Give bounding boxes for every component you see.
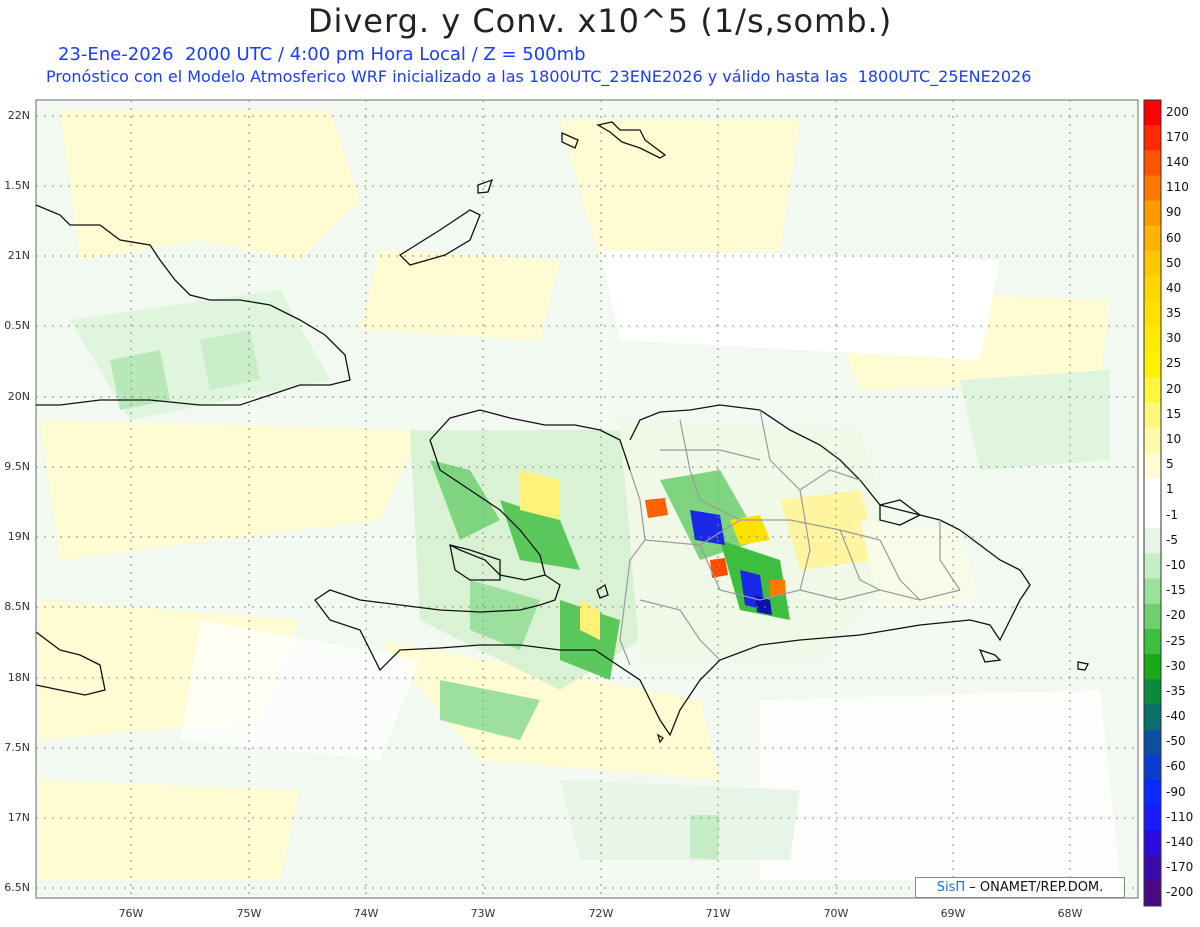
lat-label: 22N bbox=[7, 109, 30, 122]
colorbar-label: -200 bbox=[1166, 885, 1194, 900]
lat-label: 19N bbox=[7, 530, 30, 543]
colorbar-swatch bbox=[1144, 175, 1161, 202]
lat-label: 8.5N bbox=[4, 600, 30, 613]
colorbar-swatch bbox=[1144, 301, 1161, 328]
colorbar-label: -1 bbox=[1166, 507, 1178, 522]
colorbar-swatch bbox=[1144, 276, 1161, 302]
lat-label: 18N bbox=[7, 671, 30, 684]
colorbar-swatch bbox=[1144, 654, 1161, 680]
credit-box: SisΠ – ONAMET/REP.DOM. bbox=[915, 877, 1125, 898]
colorbar-label: -60 bbox=[1166, 759, 1186, 774]
lon-label: 75W bbox=[236, 907, 262, 920]
colorbar-label: -170 bbox=[1166, 860, 1194, 875]
lon-label: 70W bbox=[823, 907, 849, 920]
lon-label: 73W bbox=[470, 907, 496, 920]
divergence-shading bbox=[37, 101, 1137, 897]
colorbar-label: -50 bbox=[1166, 734, 1186, 749]
lon-label: 72W bbox=[588, 907, 614, 920]
lon-label: 68W bbox=[1057, 907, 1083, 920]
colorbar-swatch bbox=[1144, 704, 1161, 731]
colorbar-label: 25 bbox=[1166, 356, 1182, 371]
colorbar-swatch bbox=[1144, 377, 1161, 403]
valid-time-line: 23-Ene-2026 2000 UTC / 4:00 pm Hora Loca… bbox=[58, 44, 586, 65]
colorbar-label: -20 bbox=[1166, 608, 1186, 623]
lat-label: 9.5N bbox=[4, 460, 30, 473]
colorbar-swatch bbox=[1144, 100, 1161, 126]
lon-label: 74W bbox=[353, 907, 379, 920]
colorbar-swatch bbox=[1144, 427, 1161, 454]
colorbar-swatch bbox=[1144, 351, 1161, 378]
colorbar-label: -5 bbox=[1166, 532, 1178, 547]
colorbar-label: -10 bbox=[1166, 557, 1186, 572]
colorbar-label: -15 bbox=[1166, 583, 1186, 598]
colorbar-label: -35 bbox=[1166, 683, 1186, 698]
colorbar-label: 20 bbox=[1166, 381, 1182, 396]
colorbar-swatch bbox=[1144, 729, 1161, 756]
colorbar-label: 90 bbox=[1166, 205, 1182, 220]
colorbar-label: 15 bbox=[1166, 406, 1182, 421]
colorbar-swatch bbox=[1144, 402, 1161, 428]
colorbar bbox=[1144, 100, 1161, 907]
lat-label: 1.5N bbox=[4, 179, 30, 192]
brand-logo-text: SisΠ bbox=[936, 880, 966, 895]
colorbar-label: -90 bbox=[1166, 784, 1186, 799]
colorbar-swatch bbox=[1144, 679, 1161, 705]
lat-label: 0.5N bbox=[4, 319, 30, 332]
colorbar-swatch bbox=[1144, 754, 1161, 781]
colorbar-label: 60 bbox=[1166, 230, 1182, 245]
lat-label: 7.5N bbox=[4, 741, 30, 754]
colorbar-swatch bbox=[1144, 628, 1161, 655]
lat-label: 6.5N bbox=[4, 881, 30, 894]
lat-label: 20N bbox=[7, 390, 30, 403]
colorbar-label: 35 bbox=[1166, 306, 1182, 321]
colorbar-swatch bbox=[1144, 855, 1161, 882]
colorbar-label: 10 bbox=[1166, 432, 1182, 447]
colorbar-swatch bbox=[1144, 553, 1161, 580]
colorbar-swatch bbox=[1144, 603, 1161, 630]
colorbar-swatch bbox=[1144, 880, 1161, 907]
colorbar-label: 110 bbox=[1166, 180, 1189, 195]
colorbar-swatch bbox=[1144, 251, 1161, 277]
colorbar-label: 140 bbox=[1166, 154, 1189, 169]
model-info-line: Pronóstico con el Modelo Atmosferico WRF… bbox=[46, 67, 1032, 86]
colorbar-label: -30 bbox=[1166, 658, 1186, 673]
colorbar-swatch bbox=[1144, 578, 1161, 605]
colorbar-label: -40 bbox=[1166, 709, 1186, 724]
colorbar-label: 50 bbox=[1166, 255, 1182, 270]
colorbar-swatch bbox=[1144, 200, 1161, 227]
colorbar-swatch bbox=[1144, 326, 1161, 353]
forecast-map bbox=[35, 99, 1162, 907]
colorbar-swatch bbox=[1144, 150, 1161, 177]
lon-label: 76W bbox=[118, 907, 144, 920]
colorbar-label: -25 bbox=[1166, 633, 1186, 648]
colorbar-swatch bbox=[1144, 528, 1161, 554]
lat-label: 17N bbox=[7, 811, 30, 824]
colorbar-swatch bbox=[1144, 780, 1161, 806]
colorbar-swatch bbox=[1144, 225, 1161, 252]
credit-text: – ONAMET/REP.DOM. bbox=[969, 880, 1104, 895]
colorbar-swatch bbox=[1144, 125, 1161, 151]
colorbar-swatch bbox=[1144, 503, 1161, 529]
colorbar-swatch bbox=[1144, 830, 1161, 857]
colorbar-label: 30 bbox=[1166, 331, 1182, 346]
colorbar-label: 200 bbox=[1166, 104, 1189, 119]
colorbar-label: 170 bbox=[1166, 129, 1189, 144]
colorbar-swatch bbox=[1144, 805, 1161, 831]
colorbar-label: 1 bbox=[1166, 482, 1174, 497]
colorbar-swatch bbox=[1144, 452, 1161, 479]
colorbar-label: 5 bbox=[1166, 457, 1174, 472]
lat-label: 21N bbox=[7, 249, 30, 262]
map-title: Diverg. y Conv. x10^5 (1/s,somb.) bbox=[307, 2, 893, 40]
colorbar-label: -110 bbox=[1166, 809, 1194, 824]
lon-label: 69W bbox=[940, 907, 966, 920]
colorbar-label: -140 bbox=[1166, 835, 1194, 850]
lon-label: 71W bbox=[705, 907, 731, 920]
colorbar-label: 40 bbox=[1166, 280, 1182, 295]
colorbar-swatch bbox=[1144, 477, 1161, 504]
